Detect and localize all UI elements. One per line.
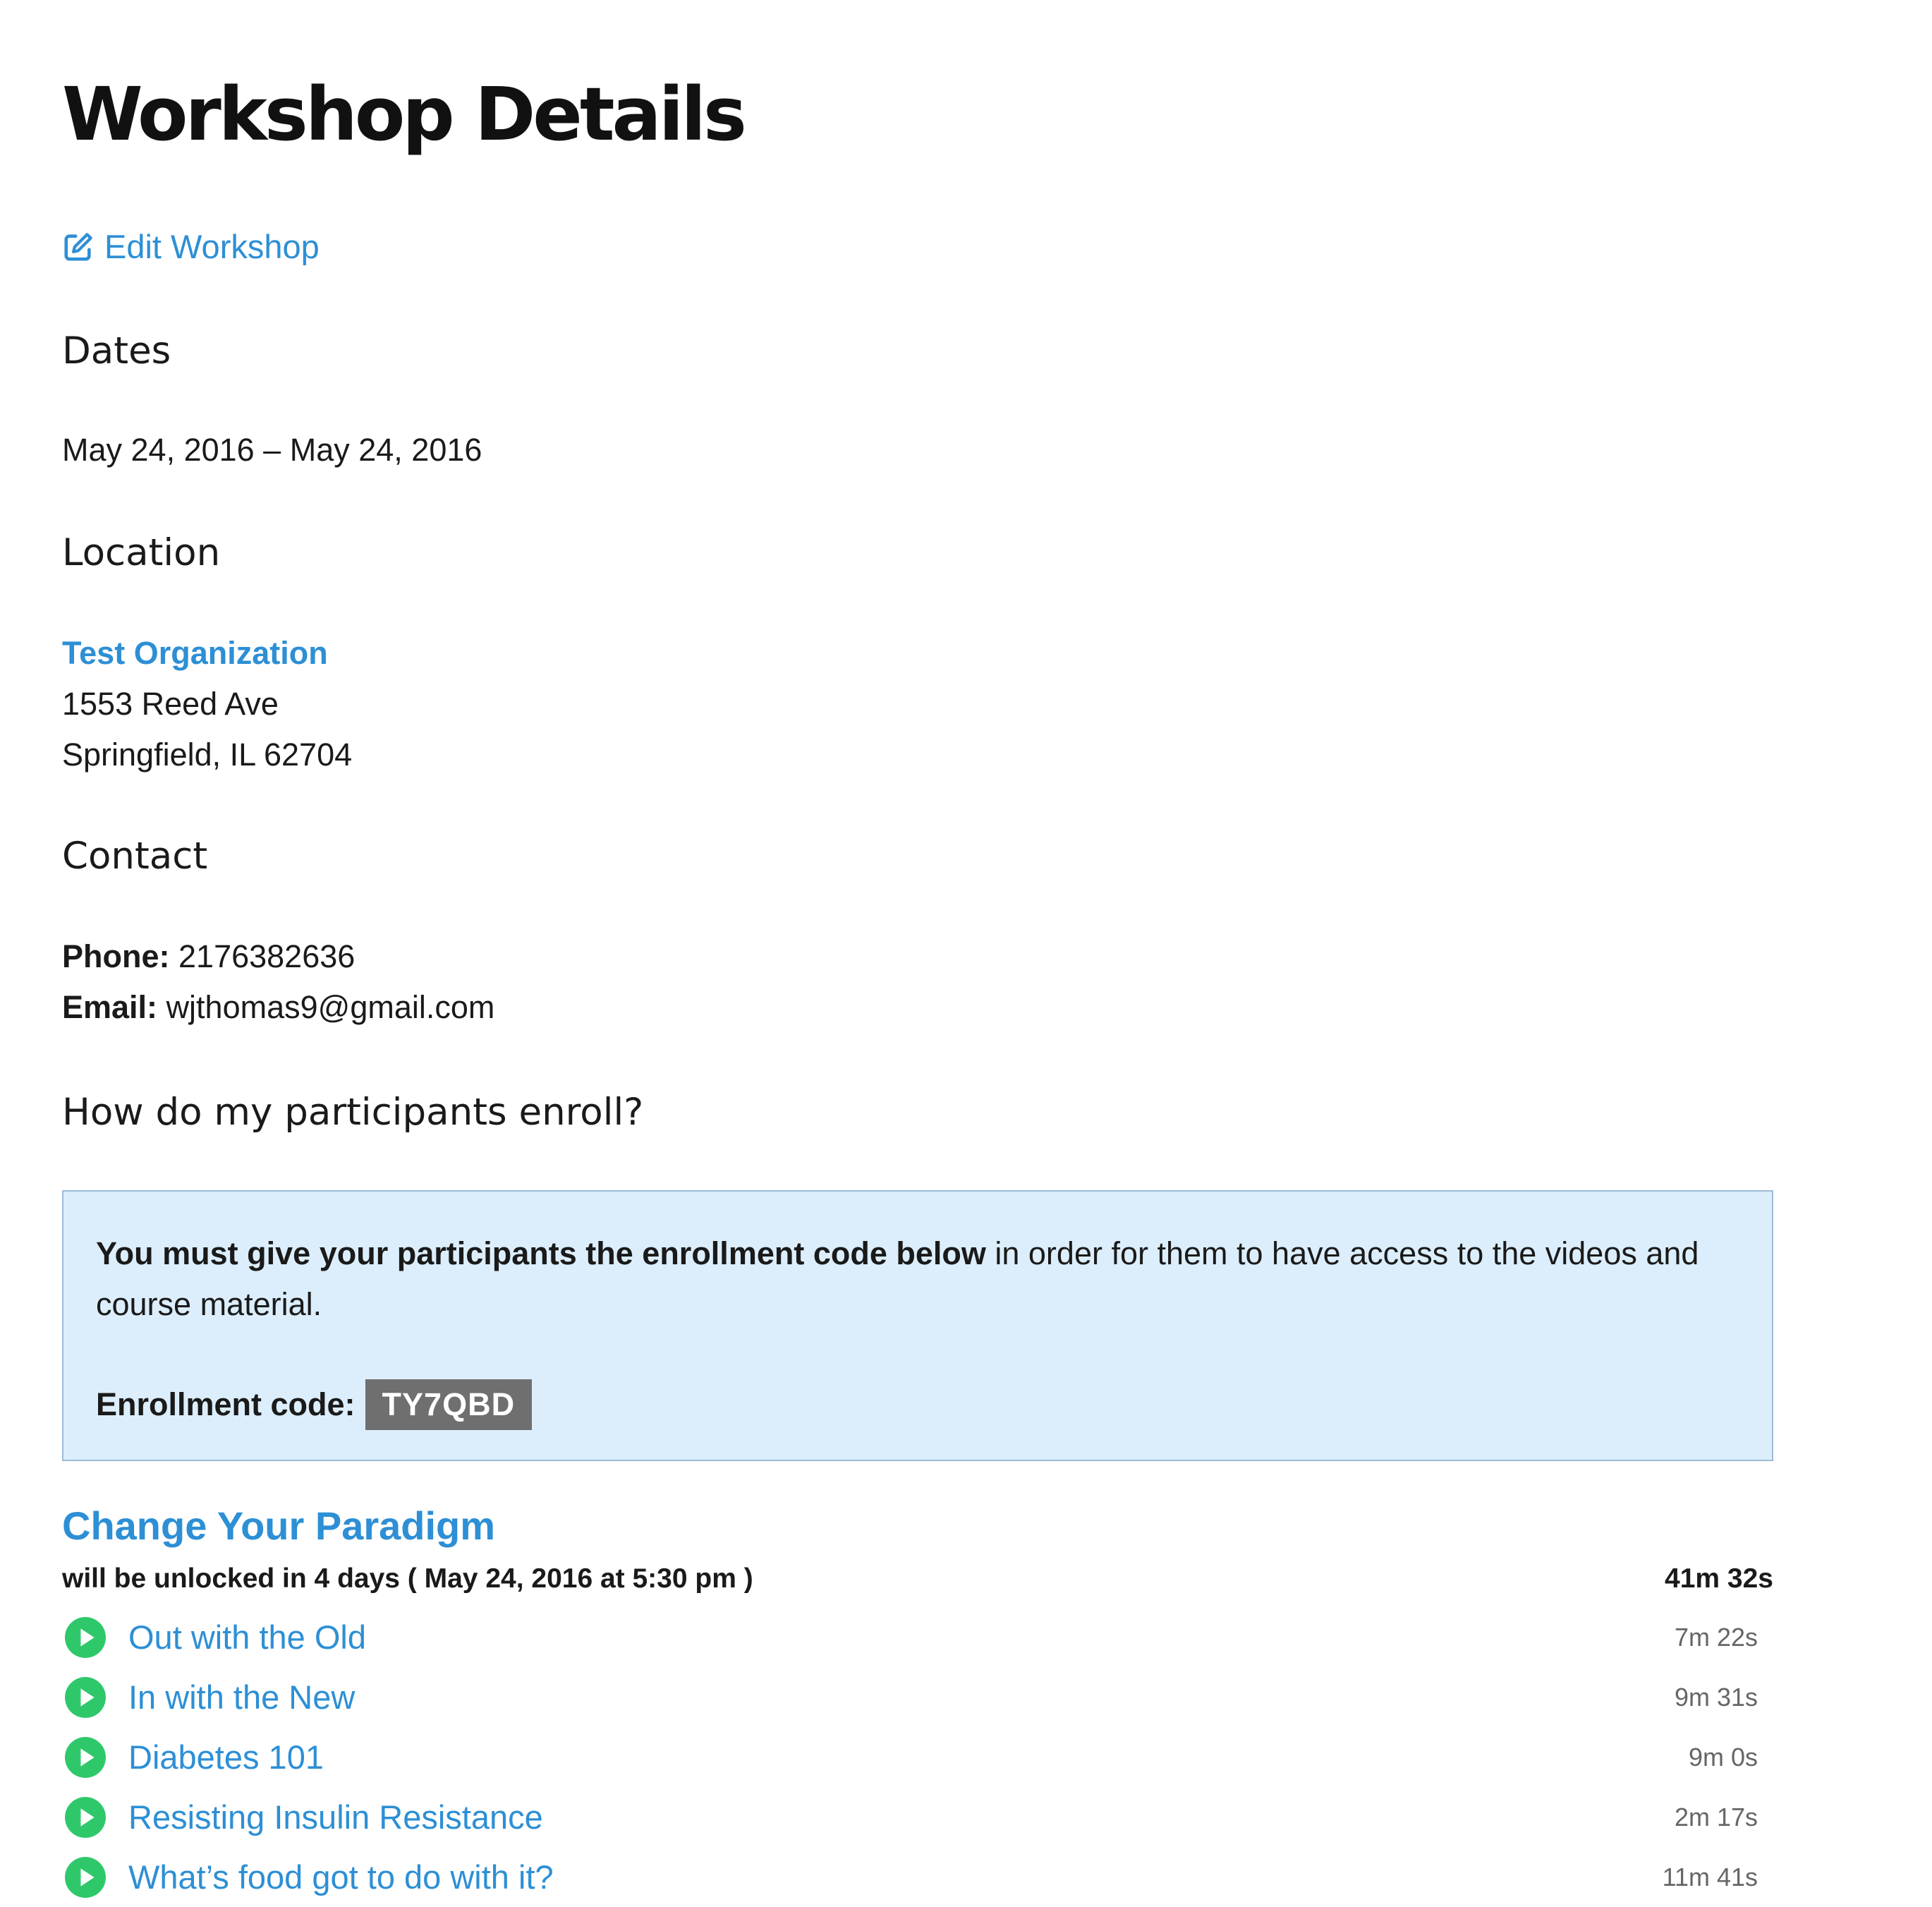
organization-link[interactable]: Test Organization [62, 628, 352, 679]
course-unlock-row: will be unlocked in 4 days ( May 24, 201… [62, 1563, 1773, 1594]
address-street: 1553 Reed Ave [62, 686, 279, 722]
play-icon[interactable] [65, 1676, 106, 1718]
email-row: Email: wjthomas9@gmail.com [62, 982, 494, 1033]
play-icon[interactable] [65, 1616, 106, 1658]
play-icon[interactable] [65, 1736, 106, 1778]
lesson-item: In with the New 9m 31s [62, 1667, 1773, 1727]
lesson-item: What’s food got to do with it? 11m 41s [62, 1847, 1773, 1907]
phone-label: Phone: [62, 938, 170, 974]
email-label: Email: [62, 989, 158, 1025]
lesson-item: Resisting Insulin Resistance 2m 17s [62, 1787, 1773, 1847]
edit-workshop-label: Edit Workshop [104, 228, 320, 265]
lesson-link[interactable]: In with the New [128, 1678, 355, 1717]
date-range: May 24, 2016 – May 24, 2016 [62, 432, 482, 468]
enrollment-code-row: Enrollment code: TY7QBD [96, 1379, 1739, 1430]
enrollment-notice-text: You must give your participants the enro… [96, 1228, 1739, 1330]
course-title-link[interactable]: Change Your Paradigm [62, 1503, 495, 1549]
play-icon[interactable] [65, 1796, 106, 1838]
edit-workshop-link[interactable]: Edit Workshop [62, 227, 320, 266]
lesson-link[interactable]: Out with the Old [128, 1618, 366, 1657]
lesson-duration: 11m 41s [1662, 1862, 1758, 1891]
play-icon[interactable] [65, 1856, 106, 1898]
total-duration: 41m 32s [1665, 1563, 1773, 1594]
page-title: Workshop Details [62, 71, 747, 157]
location-heading: Location [62, 531, 221, 574]
email-value: wjthomas9@gmail.com [166, 989, 495, 1025]
enrollment-code-badge: TY7QBD [365, 1379, 533, 1430]
address-city: Springfield, IL 62704 [62, 737, 353, 773]
lesson-duration: 2m 17s [1674, 1802, 1758, 1832]
lesson-item: Out with the Old 7m 22s [62, 1607, 1773, 1667]
location-address: Test Organization 1553 Reed Ave Springfi… [62, 628, 352, 780]
lesson-link[interactable]: Resisting Insulin Resistance [128, 1798, 543, 1836]
edit-icon [64, 232, 92, 261]
enrollment-code-label: Enrollment code: [96, 1386, 356, 1422]
contact-info: Phone: 2176382636 Email: wjthomas9@gmail… [62, 931, 494, 1033]
lesson-list: Out with the Old 7m 22s In with the New … [62, 1607, 1773, 1907]
phone-value: 2176382636 [178, 938, 356, 974]
lesson-duration: 9m 31s [1674, 1682, 1758, 1712]
lesson-duration: 7m 22s [1674, 1622, 1758, 1652]
enroll-heading: How do my participants enroll? [62, 1091, 644, 1134]
lesson-item: Diabetes 101 9m 0s [62, 1727, 1773, 1787]
enrollment-notice-bold: You must give your participants the enro… [96, 1235, 986, 1271]
phone-row: Phone: 2176382636 [62, 931, 494, 982]
lesson-duration: 9m 0s [1688, 1742, 1758, 1772]
unlock-text: will be unlocked in 4 days ( May 24, 201… [62, 1563, 753, 1594]
enrollment-notice: You must give your participants the enro… [62, 1190, 1773, 1461]
contact-heading: Contact [62, 835, 208, 878]
dates-heading: Dates [62, 329, 171, 373]
lesson-link[interactable]: Diabetes 101 [128, 1738, 324, 1776]
